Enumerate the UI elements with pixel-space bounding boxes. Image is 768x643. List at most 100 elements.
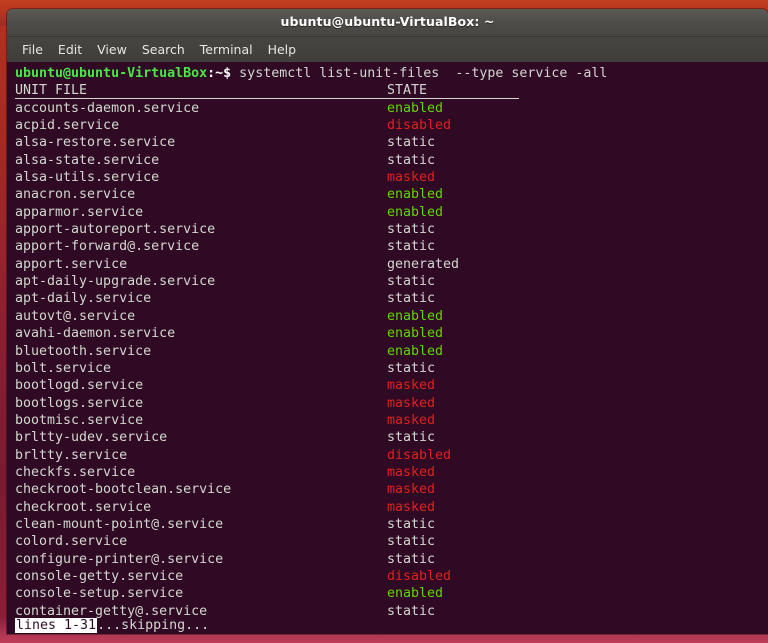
menu-terminal[interactable]: Terminal bbox=[194, 40, 259, 60]
unit-file-name: checkfs.service bbox=[15, 464, 136, 480]
table-row: checkroot.service masked bbox=[7, 499, 768, 516]
terminal-screen[interactable]: ubuntu@ubuntu-VirtualBox:~$ systemctl li… bbox=[7, 62, 768, 634]
unit-file-name: apport-autoreport.service bbox=[15, 222, 216, 238]
unit-file-name: apport.service bbox=[15, 256, 128, 272]
window-title: ubuntu@ubuntu-VirtualBox: ~ bbox=[280, 14, 495, 29]
unit-file-name: apport-forward@.service bbox=[15, 239, 200, 255]
table-row: bootmisc.service masked bbox=[7, 412, 768, 429]
unit-file-name: bolt.service bbox=[15, 360, 112, 376]
unit-file-name: apparmor.service bbox=[15, 204, 144, 220]
table-row: bolt.service static bbox=[7, 360, 768, 377]
unit-state-value: enabled bbox=[387, 326, 444, 342]
unit-file-name: bootmisc.service bbox=[15, 412, 144, 428]
unit-state-value: masked bbox=[387, 482, 436, 498]
unit-state-value: static bbox=[387, 222, 436, 238]
unit-state-value: disabled bbox=[387, 447, 452, 463]
unit-file-name: bootlogd.service bbox=[15, 378, 144, 394]
pager-line-range: lines 1-31 bbox=[15, 617, 98, 633]
desktop-background: ubuntu@ubuntu-VirtualBox: ~ File Edit Vi… bbox=[0, 0, 768, 643]
unit-file-name: checkroot.service bbox=[15, 499, 152, 515]
unit-file-name: console-getty.service bbox=[15, 568, 184, 584]
unit-file-name: anacron.service bbox=[15, 187, 136, 203]
table-row: apport.service generated bbox=[7, 256, 768, 273]
table-row: apt-daily-upgrade.service static bbox=[7, 273, 768, 290]
table-row: console-getty.service disabled bbox=[7, 568, 768, 585]
unit-state-value: masked bbox=[387, 170, 436, 186]
table-header-underline bbox=[15, 97, 519, 99]
menu-bar: File Edit View Search Terminal Help bbox=[7, 37, 768, 62]
unit-state-value: masked bbox=[387, 395, 436, 411]
unit-state-value: enabled bbox=[387, 343, 444, 359]
unit-file-name: colord.service bbox=[15, 534, 128, 550]
terminal-command-line: ubuntu@ubuntu-VirtualBox:~$ systemctl li… bbox=[7, 65, 768, 82]
unit-file-name: acpid.service bbox=[15, 118, 120, 134]
table-row: alsa-restore.service static bbox=[7, 134, 768, 151]
unit-state-value: static bbox=[387, 239, 436, 255]
unit-state-value: static bbox=[387, 291, 436, 307]
table-row: clean-mount-point@.service static bbox=[7, 516, 768, 533]
pager-status-line: lines 1-31...skipping... bbox=[7, 617, 768, 634]
unit-state-value: static bbox=[387, 534, 436, 550]
table-row: autovt@.service enabled bbox=[7, 308, 768, 325]
table-row: configure-printer@.service static bbox=[7, 551, 768, 568]
unit-file-name: autovt@.service bbox=[15, 308, 136, 324]
table-row: apport-forward@.service static bbox=[7, 238, 768, 255]
unit-state-value: static bbox=[387, 135, 436, 151]
pager-status-message: ...skipping... bbox=[97, 617, 210, 633]
unit-state-value: masked bbox=[387, 464, 436, 480]
table-row: avahi-daemon.service enabled bbox=[7, 325, 768, 342]
unit-state-value: static bbox=[387, 516, 436, 532]
menu-view[interactable]: View bbox=[91, 40, 133, 60]
table-row: alsa-state.service static bbox=[7, 152, 768, 169]
table-row: checkfs.service masked bbox=[7, 464, 768, 481]
unit-list: accounts-daemon.service enabled acpid.serv… bbox=[7, 100, 768, 620]
unit-file-name: clean-mount-point@.service bbox=[15, 516, 224, 532]
window-titlebar[interactable]: ubuntu@ubuntu-VirtualBox: ~ bbox=[7, 9, 768, 37]
unit-state-value: masked bbox=[387, 412, 436, 428]
unit-state-value: enabled bbox=[387, 204, 444, 220]
unit-file-name: bootlogs.service bbox=[15, 395, 144, 411]
unit-state-value: disabled bbox=[387, 568, 452, 584]
table-row: acpid.service disabled bbox=[7, 117, 768, 134]
menu-help[interactable]: Help bbox=[262, 40, 303, 60]
shell-prompt-user: ubuntu@ubuntu-VirtualBox bbox=[15, 66, 208, 81]
unit-state-value: enabled bbox=[387, 100, 444, 116]
unit-file-name: checkroot-bootclean.service bbox=[15, 482, 232, 498]
unit-state-value: static bbox=[387, 274, 436, 290]
unit-file-name: accounts-daemon.service bbox=[15, 100, 200, 116]
unit-file-name: alsa-utils.service bbox=[15, 170, 160, 186]
unit-file-name: configure-printer@.service bbox=[15, 551, 224, 567]
table-row: apport-autoreport.service static bbox=[7, 221, 768, 238]
table-header-row: UNIT FILE STATE bbox=[7, 82, 768, 99]
unit-file-name: brltty.service bbox=[15, 447, 128, 463]
table-row: apparmor.service enabled bbox=[7, 204, 768, 221]
unit-state-value: static bbox=[387, 551, 436, 567]
menu-search[interactable]: Search bbox=[136, 40, 191, 60]
unit-file-name: alsa-restore.service bbox=[15, 135, 176, 151]
shell-prompt-tail: :~$ bbox=[207, 66, 232, 81]
unit-state-value: generated bbox=[387, 256, 460, 272]
table-row: bootlogd.service masked bbox=[7, 377, 768, 394]
unit-state-value: static bbox=[387, 430, 436, 446]
unit-file-name: console-setup.service bbox=[15, 586, 184, 602]
unit-state-value: masked bbox=[387, 378, 436, 394]
table-row: accounts-daemon.service enabled bbox=[7, 100, 768, 117]
unit-file-name: avahi-daemon.service bbox=[15, 326, 176, 342]
menu-file[interactable]: File bbox=[16, 40, 49, 60]
menu-edit[interactable]: Edit bbox=[52, 40, 88, 60]
table-row: anacron.service enabled bbox=[7, 186, 768, 203]
table-row: checkroot-bootclean.service masked bbox=[7, 481, 768, 498]
table-row: alsa-utils.service masked bbox=[7, 169, 768, 186]
table-row: brltty-udev.service static bbox=[7, 429, 768, 446]
table-row: console-setup.service enabled bbox=[7, 585, 768, 602]
unit-file-name: alsa-state.service bbox=[15, 152, 160, 168]
unit-state-value: masked bbox=[387, 499, 436, 515]
table-row: colord.service static bbox=[7, 533, 768, 550]
unit-file-name: bluetooth.service bbox=[15, 343, 152, 359]
unit-file-name: brltty-udev.service bbox=[15, 430, 168, 446]
unit-state-value: static bbox=[387, 360, 436, 376]
table-row: brltty.service disabled bbox=[7, 447, 768, 464]
unit-state-value: enabled bbox=[387, 308, 444, 324]
unit-state-value: disabled bbox=[387, 118, 452, 134]
unit-state-value: static bbox=[387, 152, 436, 168]
